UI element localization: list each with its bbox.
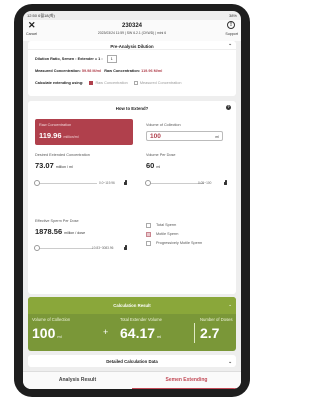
raw-concentration-box: Raw Concentration 119.96 million/ml — [35, 119, 133, 145]
divider — [194, 323, 195, 343]
extender-volume-label: Total Extender Volume — [120, 317, 162, 322]
sperm-per-dose-unit: million / dose — [64, 231, 86, 235]
progressive-motile-label[interactable]: Progressively Motile Sperm — [156, 241, 202, 245]
result-volume-label: Volume of Collection — [32, 317, 71, 322]
volume-per-dose-range: 0.05~100 — [198, 181, 212, 185]
pre-analysis-card: Pre-Analysis Dilution ⌄ Dilution Ratio, … — [28, 41, 236, 96]
dilution-ratio-row: Dilution Ratio, Semen : Extender = 1 : 1 — [35, 55, 117, 63]
detailed-calculation-title: Detailed Calculation Data — [106, 359, 158, 364]
doses-label: Number of Doses — [200, 317, 233, 322]
result-volume-unit: ml — [57, 334, 62, 339]
volume-collection-value: 100 — [150, 133, 161, 140]
raw-conc-label: Raw Concentration: — [104, 69, 141, 73]
raw-concentration-unit: million/ml — [63, 135, 79, 139]
volume-per-dose-unit: ml — [156, 165, 161, 169]
dilution-ratio-input[interactable]: 1 — [106, 55, 117, 63]
support-button[interactable]: Support — [225, 32, 238, 36]
chevron-down-icon[interactable]: ⌄ — [228, 302, 232, 308]
desired-concentration-range: 0.0~119.96 — [99, 181, 115, 185]
lock-icon[interactable] — [124, 180, 127, 185]
active-tab-indicator — [132, 388, 241, 389]
raw-conc-checkbox[interactable] — [89, 81, 94, 85]
sperm-per-dose-slider-thumb[interactable] — [34, 245, 40, 251]
calculation-result-title: Calculation Result — [113, 303, 151, 308]
dilution-ratio-label: Dilution Ratio, Semen : Extender = 1 : — [35, 57, 103, 61]
lock-icon[interactable] — [224, 180, 227, 185]
how-to-extend-title: How to Extend? — [115, 106, 149, 111]
page-subtitle: 2023/03/24 11:59 | SW 6.2.1 (CKWD) | min… — [97, 31, 167, 35]
progressive-motile-checkbox[interactable] — [146, 241, 151, 246]
plus-icon: + — [103, 327, 109, 337]
total-sperm-checkbox[interactable] — [146, 223, 151, 228]
bottom-tab-bar: Analysis Result Semen Extending — [23, 371, 241, 389]
tab-semen-extending[interactable]: Semen Extending — [132, 377, 241, 383]
chevron-down-icon[interactable]: ⌄ — [228, 359, 232, 365]
volume-per-dose-slider[interactable] — [148, 183, 204, 184]
volume-collection-label: Volume of Collection — [146, 123, 181, 127]
volume-per-dose-value: 60 — [146, 161, 155, 170]
raw-conc-value: 119.96 M/ml — [141, 69, 163, 73]
page-title: 230324 — [121, 23, 143, 29]
calculation-result-panel: Calculation Result ⌄ Volume of Collectio… — [28, 297, 236, 351]
battery-level: 38% — [228, 13, 237, 18]
pre-analysis-title: Pre-Analysis Dilution — [110, 44, 154, 49]
how-to-extend-card: How to Extend? ? Raw Concentration 119.9… — [28, 101, 236, 294]
status-bar: 12:50 6월18(화) 38% — [23, 11, 241, 20]
info-icon[interactable]: ! — [227, 21, 235, 29]
desired-concentration-slider-thumb[interactable] — [34, 180, 40, 186]
result-volume-value: 100 — [32, 325, 56, 341]
sperm-per-dose-range: 10.83~3083.96 — [92, 246, 114, 250]
app-screen: 12:50 6월18(화) 38% ✕ Cancel 230324 2023/0… — [23, 11, 241, 389]
volume-per-dose-slider-thumb[interactable] — [145, 180, 151, 186]
sperm-per-dose-value: 1878.56 — [35, 227, 63, 236]
measured-conc-label: Measured Concentration: — [35, 69, 81, 73]
total-sperm-label[interactable]: Total Sperm — [156, 223, 176, 227]
volume-collection-unit: ml — [215, 135, 219, 139]
sperm-per-dose-label: Effective Sperm Per Dose — [35, 219, 79, 223]
measured-conc-checkbox[interactable] — [133, 81, 138, 85]
desired-concentration-unit: million / ml — [55, 165, 73, 169]
sperm-per-dose-slider[interactable] — [37, 248, 93, 249]
raw-concentration-value: 119.96 — [39, 131, 62, 140]
measured-conc-value: 59.98 M/ml — [81, 69, 102, 73]
extender-volume-value: 64.17 — [120, 325, 156, 341]
concentration-row: Measured Concentration: 59.98 M/ml Raw C… — [35, 69, 162, 73]
extender-volume-unit: ml — [157, 334, 162, 339]
doses-value: 2.7 — [200, 325, 220, 341]
raw-concentration-label: Raw Concentration — [39, 123, 72, 127]
desired-concentration-value: 73.07 — [35, 161, 54, 170]
calc-using-row: Calculate extending using: Raw Concentra… — [35, 81, 181, 85]
status-time: 12:50 — [27, 12, 38, 18]
detailed-calculation-section[interactable]: Detailed Calculation Data ⌄ — [28, 355, 236, 367]
motile-sperm-label[interactable]: Motile Sperm — [156, 232, 178, 236]
app-header: ✕ Cancel 230324 2023/03/24 11:59 | SW 6.… — [23, 20, 241, 41]
volume-collection-input[interactable]: 100 ml — [146, 131, 223, 141]
calc-using-label: Calculate extending using: — [35, 81, 84, 85]
volume-per-dose-label: Volume Per Dose — [146, 153, 176, 157]
tab-analysis-result[interactable]: Analysis Result — [23, 377, 132, 383]
lock-icon[interactable] — [124, 245, 127, 250]
chevron-down-icon[interactable]: ⌄ — [228, 41, 232, 47]
desired-concentration-slider[interactable] — [37, 183, 97, 184]
raw-conc-option-label[interactable]: Raw Concentration — [95, 81, 127, 85]
motile-sperm-checkbox[interactable] — [146, 232, 151, 237]
desired-concentration-label: Desired Extended Concentration — [35, 153, 90, 157]
status-date: 6월18(화) — [38, 12, 55, 18]
measured-conc-option-label[interactable]: Measured Concentration — [140, 81, 182, 85]
help-icon[interactable]: ? — [226, 105, 231, 110]
